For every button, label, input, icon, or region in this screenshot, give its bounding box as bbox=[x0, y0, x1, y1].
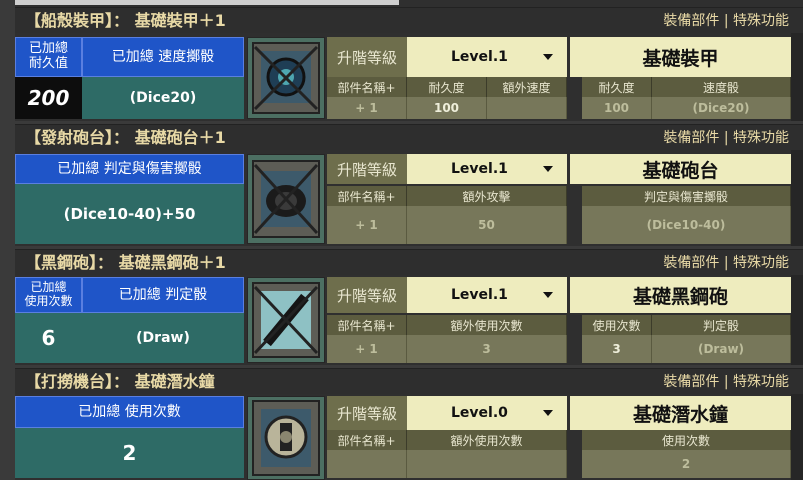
col-header: 耐久度 bbox=[582, 77, 652, 97]
col-header: 判定骰 bbox=[652, 315, 791, 335]
black-steel-cannon-icon bbox=[247, 277, 325, 363]
header-links: 裝備部件 | 特殊功能 bbox=[663, 125, 789, 151]
link-special-functions[interactable]: 特殊功能 bbox=[733, 125, 789, 151]
panel-header: 【發射砲台】： 基礎砲台＋1 裝備部件 | 特殊功能 bbox=[15, 124, 803, 150]
panel-header: 【打撈機台】： 基礎潛水鐘 裝備部件 | 特殊功能 bbox=[15, 368, 803, 394]
panel-header: 【黑鋼砲】： 基礎黑鋼砲＋1 裝備部件 | 特殊功能 bbox=[15, 249, 803, 275]
cell-value: (Dice20) bbox=[652, 97, 791, 119]
upgrade-label: 升階等級 bbox=[327, 277, 407, 313]
cell-value: + 1 bbox=[327, 206, 407, 244]
cell-value: (Dice10-40) bbox=[582, 206, 791, 244]
col-header: 部件名稱+ bbox=[327, 430, 407, 450]
col-header: 額外使用次數 bbox=[407, 315, 567, 335]
top-strip bbox=[15, 0, 803, 7]
cell-value: (Draw) bbox=[652, 335, 791, 363]
panel-launcher-turret: 【發射砲台】： 基礎砲台＋1 裝備部件 | 特殊功能 已加總 判定與傷害擲骰 (… bbox=[15, 124, 803, 246]
cell-value: 50 bbox=[407, 206, 567, 244]
col-header: 額外攻擊 bbox=[407, 186, 567, 206]
stat-value-speed-dice: (Dice20) bbox=[82, 77, 244, 119]
armor-icon bbox=[247, 37, 325, 119]
stat-label-uses: 已加總 使用次數 bbox=[15, 277, 82, 313]
panel-title: 【打撈機台】： 基礎潛水鐘 bbox=[25, 372, 215, 391]
panel-salvage-platform: 【打撈機台】： 基礎潛水鐘 裝備部件 | 特殊功能 已加總 使用次數 2 升階等… bbox=[15, 368, 803, 480]
col-header: 部件名稱+ bbox=[327, 315, 407, 335]
level-select[interactable]: Level.1 bbox=[407, 277, 567, 313]
stat-label-hit-damage-dice: 已加總 判定與傷害擲骰 bbox=[15, 154, 244, 184]
scrollbar-track[interactable] bbox=[15, 0, 399, 5]
stat-value-uses: 2 bbox=[15, 428, 244, 478]
link-special-functions[interactable]: 特殊功能 bbox=[733, 8, 789, 34]
link-special-functions[interactable]: 特殊功能 bbox=[733, 369, 789, 395]
cell-value: 3 bbox=[582, 335, 652, 363]
panel-right-edge bbox=[791, 150, 803, 246]
link-equipment-parts[interactable]: 裝備部件 bbox=[663, 369, 719, 395]
diving-bell-icon bbox=[247, 396, 325, 480]
panel-black-steel-cannon: 【黑鋼砲】： 基礎黑鋼砲＋1 裝備部件 | 特殊功能 已加總 使用次數 已加總 … bbox=[15, 249, 803, 365]
cell-value bbox=[327, 450, 407, 478]
level-select[interactable]: Level.1 bbox=[407, 37, 567, 77]
upgrade-label: 升階等級 bbox=[327, 154, 407, 184]
chevron-down-icon bbox=[543, 54, 553, 60]
stat-label-hit-dice: 已加總 判定骰 bbox=[82, 277, 244, 313]
stat-value-durability: 200 bbox=[15, 77, 82, 119]
cell-value: 100 bbox=[407, 97, 487, 119]
cell-value: 3 bbox=[407, 335, 567, 363]
part-name: 基礎砲台 bbox=[570, 154, 791, 184]
panel-right-edge bbox=[791, 275, 803, 365]
panel-hull-armor: 【船殼裝甲】： 基礎裝甲＋1 裝備部件 | 特殊功能 已加總 耐久值 已加總 速… bbox=[15, 7, 803, 121]
col-header: 耐久度 bbox=[407, 77, 487, 97]
link-special-functions[interactable]: 特殊功能 bbox=[733, 250, 789, 276]
chevron-down-icon bbox=[543, 292, 553, 298]
col-header: 判定與傷害擲骰 bbox=[582, 186, 791, 206]
panel-header: 【船殼裝甲】： 基礎裝甲＋1 裝備部件 | 特殊功能 bbox=[15, 7, 803, 33]
col-header: 額外使用次數 bbox=[407, 430, 567, 450]
header-links: 裝備部件 | 特殊功能 bbox=[663, 369, 789, 395]
level-select[interactable]: Level.1 bbox=[407, 154, 567, 184]
panel-title: 【黑鋼砲】： 基礎黑鋼砲＋1 bbox=[25, 253, 226, 272]
cell-value: + 1 bbox=[327, 335, 407, 363]
part-name: 基礎裝甲 bbox=[570, 37, 791, 77]
part-name: 基礎潛水鐘 bbox=[570, 396, 791, 430]
part-name: 基礎黑鋼砲 bbox=[570, 277, 791, 313]
header-links: 裝備部件 | 特殊功能 bbox=[663, 8, 789, 34]
stat-label-uses: 已加總 使用次數 bbox=[15, 396, 244, 428]
stat-label-speed-dice: 已加總 速度擲骰 bbox=[82, 37, 244, 77]
stat-value-hit-damage-dice: (Dice10-40)+50 bbox=[15, 184, 244, 244]
upgrade-label: 升階等級 bbox=[327, 396, 407, 430]
stat-value-uses: 6 bbox=[15, 313, 82, 363]
col-header: 使用次數 bbox=[582, 430, 791, 450]
cannon-icon bbox=[247, 154, 325, 244]
level-select[interactable]: Level.0 bbox=[407, 396, 567, 430]
link-equipment-parts[interactable]: 裝備部件 bbox=[663, 8, 719, 34]
cell-value: 100 bbox=[582, 97, 652, 119]
header-links: 裝備部件 | 特殊功能 bbox=[663, 250, 789, 276]
col-header: 額外速度 bbox=[487, 77, 567, 97]
panel-title: 【船殼裝甲】： 基礎裝甲＋1 bbox=[25, 11, 226, 30]
col-header: 部件名稱+ bbox=[327, 186, 407, 206]
panel-right-edge bbox=[791, 33, 803, 121]
stat-label-durability: 已加總 耐久值 bbox=[15, 37, 82, 77]
col-header: 速度骰 bbox=[652, 77, 791, 97]
col-header: 部件名稱+ bbox=[327, 77, 407, 97]
panel-right-edge bbox=[791, 394, 803, 480]
cell-value: 2 bbox=[582, 450, 791, 478]
upgrade-label: 升階等級 bbox=[327, 37, 407, 77]
panel-title: 【發射砲台】： 基礎砲台＋1 bbox=[25, 128, 226, 147]
cell-value: + 1 bbox=[327, 97, 407, 119]
link-equipment-parts[interactable]: 裝備部件 bbox=[663, 125, 719, 151]
col-header: 使用次數 bbox=[582, 315, 652, 335]
link-equipment-parts[interactable]: 裝備部件 bbox=[663, 250, 719, 276]
cell-value bbox=[407, 450, 567, 478]
cell-value bbox=[487, 97, 567, 119]
chevron-down-icon bbox=[543, 410, 553, 416]
stat-value-hit-dice: (Draw) bbox=[82, 313, 244, 363]
chevron-down-icon bbox=[543, 166, 553, 172]
